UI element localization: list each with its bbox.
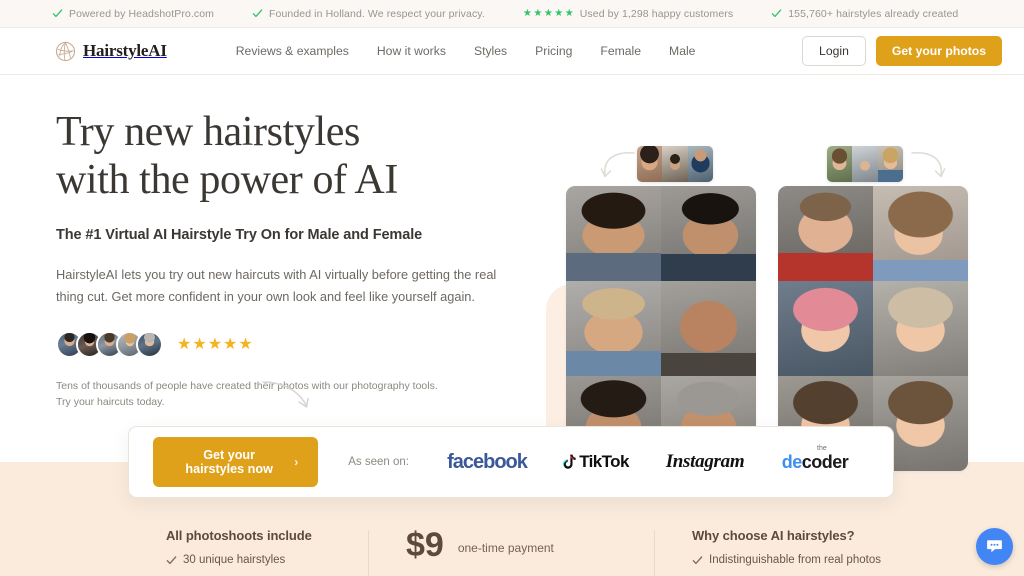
tiktok-note-icon <box>562 454 576 469</box>
header-actions: Login Get your photos <box>802 36 1002 66</box>
source-thumb <box>662 146 688 182</box>
price-amount: $9 <box>406 526 444 564</box>
check-icon <box>166 555 177 564</box>
announcement-bar: Powered by HeadshotPro.com Founded in Ho… <box>0 0 1024 28</box>
result-photo[interactable] <box>661 186 756 281</box>
result-photo[interactable] <box>873 186 968 281</box>
result-photo[interactable] <box>778 281 873 376</box>
announcement-text: Used by 1,298 happy customers <box>579 7 734 20</box>
source-thumb <box>852 146 878 182</box>
male-source-photos-strip <box>637 146 713 182</box>
check-icon <box>52 9 63 18</box>
hero-title-line-2: with the power of AI <box>56 157 398 203</box>
decoder-logo-de: de <box>781 451 803 472</box>
hairstyle-logo-icon <box>55 41 76 61</box>
nav-item-styles[interactable]: Styles <box>460 44 521 58</box>
nav-item-male[interactable]: Male <box>655 44 709 58</box>
rating-stars: ★ ★ ★ ★ ★ <box>177 335 253 353</box>
tiktok-wordmark: TikTok <box>579 452 629 471</box>
announcement-text: Powered by HeadshotPro.com <box>69 7 215 20</box>
result-photo[interactable] <box>873 281 968 376</box>
stars-icon: ★ ★ ★ ★ ★ <box>522 7 574 19</box>
nav-item-pricing[interactable]: Pricing <box>521 44 586 58</box>
curved-arrow-icon <box>262 381 309 408</box>
chat-widget-button[interactable] <box>976 528 1013 565</box>
source-thumb <box>687 146 713 182</box>
price-note: one-time payment <box>457 541 554 555</box>
list-item-label: 30 unique hairstyles <box>183 554 286 566</box>
feature-list: 30 unique hairstyles <box>166 554 368 566</box>
get-your-photos-button[interactable]: Get your photos <box>875 36 1002 66</box>
decoder-logo: the decoder <box>761 445 869 473</box>
hero-body-text: HairstyleAI lets you try out new haircut… <box>56 267 497 304</box>
column-photoshoots-include: All photoshoots include 30 unique hairst… <box>128 528 368 576</box>
list-item: Indistinguishable from real photos <box>692 554 894 566</box>
site-header: HairstyleAI Reviews & examples How it wo… <box>0 28 1024 75</box>
nav-item-reviews-examples[interactable]: Reviews & examples <box>222 44 363 58</box>
source-thumb <box>877 146 903 182</box>
star-icon: ★ <box>238 335 253 353</box>
star-icon: ★ <box>177 335 192 353</box>
chat-bubble-icon <box>987 540 1002 553</box>
result-photo[interactable] <box>778 186 873 281</box>
list-item-label: Indistinguishable from real photos <box>709 554 881 566</box>
cta-card: Get your hairstyles now › As seen on: fa… <box>128 426 894 498</box>
decoder-logo-coder: coder <box>801 451 849 472</box>
source-thumb <box>827 146 853 182</box>
get-your-hairstyles-now-button[interactable]: Get your hairstyles now › <box>153 437 319 487</box>
social-proof: ★ ★ ★ ★ ★ <box>56 331 526 358</box>
nav-item-female[interactable]: Female <box>586 44 655 58</box>
tiktok-logo: TikTok <box>541 452 649 472</box>
feature-list: Indistinguishable from real photos <box>692 554 894 566</box>
check-icon <box>252 9 263 18</box>
nav-item-how-it-works[interactable]: How it works <box>363 44 460 58</box>
announcement-text: Founded in Holland. We respect your priv… <box>269 7 485 20</box>
brand-name: HairstyleAI <box>83 41 167 60</box>
column-pricing: $9 one-time payment <box>368 528 654 576</box>
main-navigation: Reviews & examples How it works Styles P… <box>222 44 710 58</box>
column-why-choose: Why choose AI hairstyles? Indistinguisha… <box>654 528 894 576</box>
cta-button-label: Get your hairstyles now <box>185 448 273 476</box>
list-item: 30 unique hairstyles <box>166 554 368 566</box>
as-seen-on-label: As seen on: <box>348 456 409 468</box>
announcement-item-privacy: Founded in Holland. We respect your priv… <box>252 8 485 20</box>
source-thumb <box>637 146 663 182</box>
facebook-logo: facebook <box>447 450 528 473</box>
decoder-logo-the: the <box>817 444 827 452</box>
brand-logo-link[interactable]: HairstyleAI <box>55 41 167 62</box>
hero-note-text: Tens of thousands of people have created… <box>56 380 438 408</box>
avatar <box>136 331 163 358</box>
female-source-photos-strip <box>827 146 903 182</box>
check-icon <box>692 555 703 564</box>
arrow-arc-left-icon <box>600 152 635 178</box>
announcement-item-powered-by: Powered by HeadshotPro.com <box>52 8 214 20</box>
announcement-item-customers: ★ ★ ★ ★ ★ Used by 1,298 happy customers <box>523 8 733 20</box>
result-photo[interactable] <box>566 281 661 376</box>
customer-avatars <box>56 331 163 358</box>
announcement-item-hairstyles-created: 155,760+ hairstyles already created <box>771 8 958 20</box>
star-icon: ★ <box>207 335 223 353</box>
instagram-logo: Instagram <box>665 451 745 472</box>
press-logos: facebook TikTok Instagram the decoder <box>433 445 869 474</box>
result-photo[interactable] <box>566 186 661 281</box>
login-button[interactable]: Login <box>802 36 866 66</box>
page-title: Try new hairstyles with the power of AI <box>56 108 526 204</box>
star-icon: ★ <box>223 335 238 353</box>
announcement-text: 155,760+ hairstyles already created <box>788 7 959 20</box>
star-icon: ★ <box>192 335 207 353</box>
chevron-right-icon: › <box>294 455 299 469</box>
check-icon <box>771 9 782 18</box>
column-title: Why choose AI hairstyles? <box>692 528 855 543</box>
feature-columns: All photoshoots include 30 unique hairst… <box>128 528 894 576</box>
hero-content: Try new hairstyles with the power of AI … <box>56 108 526 410</box>
arrow-arc-right-icon <box>911 152 946 178</box>
page-root: Powered by HeadshotPro.com Founded in Ho… <box>0 0 1024 576</box>
column-title: All photoshoots include <box>166 528 312 543</box>
result-photo[interactable] <box>661 281 756 376</box>
hero-subtitle: The #1 Virtual AI Hairstyle Try On for M… <box>56 227 423 243</box>
hero-title-line-1: Try new hairstyles <box>56 109 360 155</box>
